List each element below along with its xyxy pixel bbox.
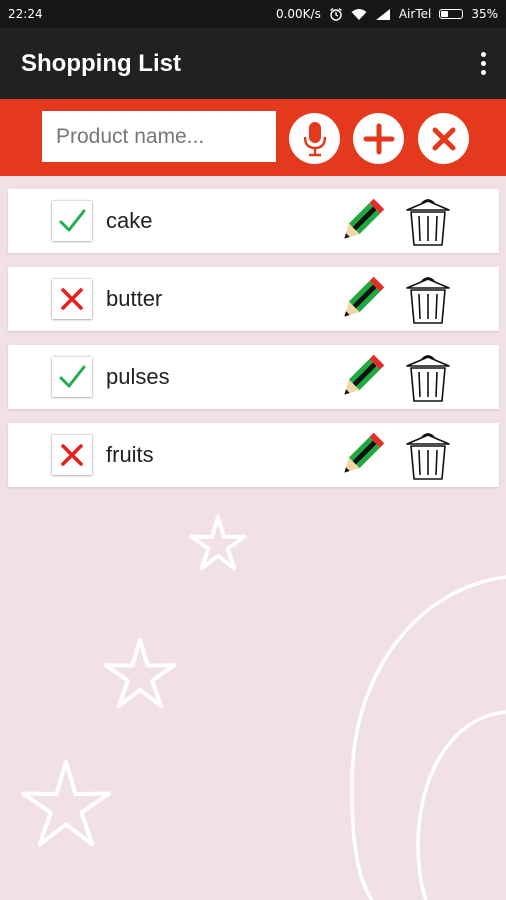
list-item[interactable]: cake — [8, 189, 499, 253]
wifi-icon — [351, 8, 367, 20]
edit-item-button[interactable] — [336, 195, 388, 252]
item-name: cake — [106, 208, 153, 233]
trash-icon — [406, 433, 450, 480]
delete-item-button[interactable] — [402, 195, 454, 254]
pencil-icon — [344, 198, 385, 239]
item-name: fruits — [106, 442, 154, 467]
pencil-icon — [344, 276, 385, 317]
status-bar: 22:24 0.00K/s AirTel 35% — [0, 0, 506, 28]
voice-input-button[interactable] — [289, 113, 340, 164]
product-name-input[interactable] — [42, 111, 276, 162]
check-icon — [59, 365, 86, 388]
cross-icon — [61, 444, 83, 466]
microphone-icon — [303, 121, 326, 156]
delete-item-button[interactable] — [402, 351, 454, 410]
delete-item-button[interactable] — [402, 429, 454, 488]
background-decoration — [21, 515, 506, 900]
delete-item-button[interactable] — [402, 273, 454, 332]
app-title: Shopping List — [21, 49, 181, 77]
pencil-icon — [344, 432, 385, 473]
check-icon — [59, 209, 86, 232]
overflow-menu-icon[interactable] — [475, 46, 492, 81]
plus-icon — [363, 123, 394, 154]
clear-input-button[interactable] — [418, 113, 469, 164]
app-bar: Shopping List — [0, 28, 506, 99]
list-item[interactable]: butter — [8, 267, 499, 331]
add-product-button[interactable] — [353, 113, 404, 164]
item-status-toggle[interactable] — [52, 201, 92, 241]
battery-level-fill — [441, 11, 449, 17]
item-name: pulses — [106, 364, 170, 389]
trash-icon — [406, 199, 450, 246]
cross-icon — [61, 288, 83, 310]
edit-item-button[interactable] — [336, 273, 388, 330]
item-name: butter — [106, 286, 163, 311]
trash-icon — [406, 355, 450, 402]
item-status-toggle[interactable] — [52, 357, 92, 397]
alarm-icon — [329, 7, 342, 21]
input-bar — [0, 99, 506, 176]
carrier-name: AirTel — [398, 7, 432, 21]
trash-icon — [406, 277, 450, 324]
status-time: 22:24 — [8, 7, 43, 21]
signal-icon — [375, 8, 390, 20]
close-icon — [432, 127, 455, 150]
list-item[interactable]: fruits — [8, 423, 499, 487]
battery-icon — [439, 9, 464, 19]
status-indicators: 0.00K/s AirTel 35% — [276, 7, 498, 21]
battery-percent: 35% — [471, 7, 498, 21]
network-speed: 0.00K/s — [275, 7, 321, 21]
item-status-toggle[interactable] — [52, 435, 92, 475]
item-status-toggle[interactable] — [52, 279, 92, 319]
edit-item-button[interactable] — [336, 351, 388, 408]
list-item[interactable]: pulses — [8, 345, 499, 409]
pencil-icon — [344, 354, 385, 395]
edit-item-button[interactable] — [336, 429, 388, 486]
